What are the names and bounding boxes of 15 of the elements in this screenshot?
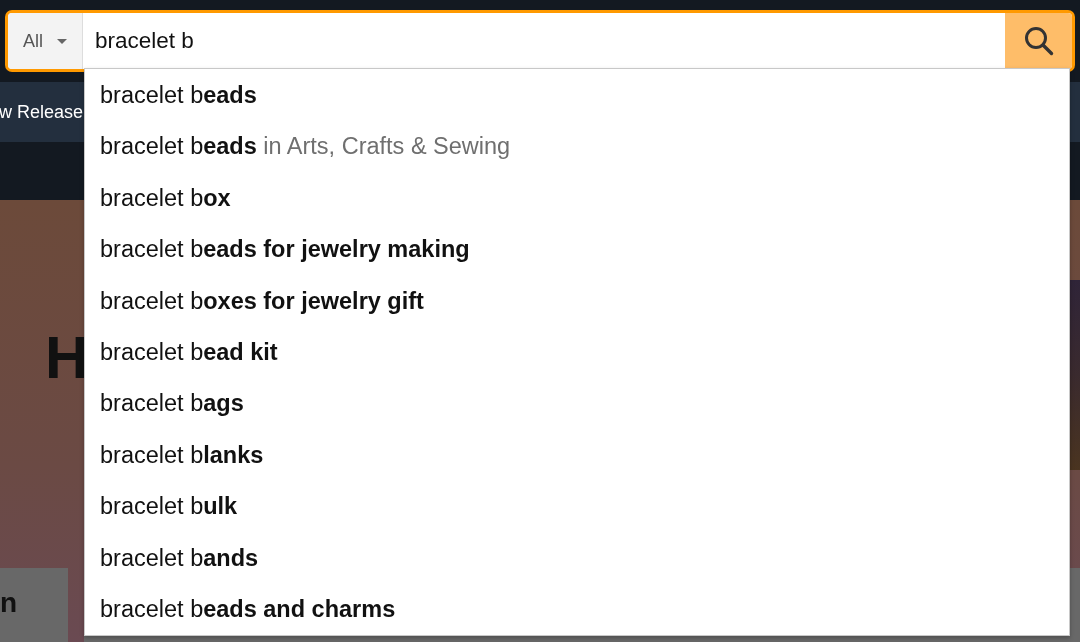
search-bar[interactable]: All bracelet b <box>5 10 1075 72</box>
caret-icon <box>57 38 67 44</box>
category-dropdown[interactable]: All <box>8 13 83 69</box>
suggestion-item[interactable]: bracelet boxes for jewelry gift <box>85 275 1069 327</box>
suggestion-item[interactable]: bracelet bands <box>85 532 1069 584</box>
card-title: n <box>0 589 18 620</box>
suggestion-item[interactable]: bracelet beads for jewelry making <box>85 224 1069 276</box>
suggestion-item[interactable]: bracelet box <box>85 172 1069 225</box>
suggestion-item[interactable]: bracelet bulk <box>85 481 1069 533</box>
suggestion-item[interactable]: bracelet beads and charms <box>85 583 1069 636</box>
suggestion-item[interactable]: bracelet blanks <box>85 429 1069 482</box>
search-button[interactable] <box>1005 13 1072 69</box>
suggestion-item[interactable]: bracelet beads <box>85 70 1069 122</box>
suggestion-item[interactable]: bracelet beads in Arts, Crafts & Sewing <box>85 121 1069 173</box>
search-icon <box>1023 26 1054 56</box>
